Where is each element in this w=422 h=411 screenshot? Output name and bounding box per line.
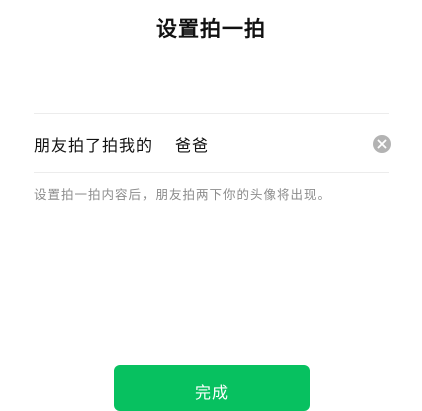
pat-prefix-label: 朋友拍了拍我的 [34,136,154,155]
page-title: 设置拍一拍 [156,16,266,41]
clear-icon[interactable] [373,135,391,153]
pat-suffix-row: 朋友拍了拍我的 [34,124,391,164]
divider-bottom [34,172,389,173]
done-button[interactable]: 完成 [114,365,310,411]
hint-text: 设置拍一拍内容后，朋友拍两下你的头像将出现。 [34,187,332,202]
divider-top [34,113,389,114]
pat-suffix-input[interactable] [175,132,373,156]
